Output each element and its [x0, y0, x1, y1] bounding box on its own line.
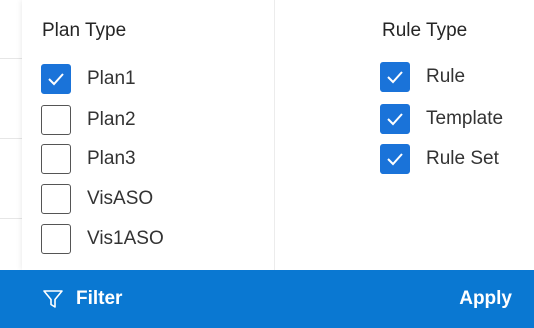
option-label: Plan3 [87, 148, 136, 169]
rule-type-option-rule-set[interactable]: Rule Set [380, 143, 499, 175]
option-label: Rule [426, 66, 466, 87]
filter-funnel-icon [43, 290, 63, 308]
filter-footer-bar: Filter Apply [0, 270, 534, 328]
background-divider [0, 218, 22, 219]
plan-type-option-visaso[interactable]: VisASO [41, 183, 153, 215]
checkbox[interactable] [41, 144, 71, 174]
plan-type-option-plan1[interactable]: Plan1 [41, 63, 136, 95]
checkmark-icon [48, 73, 64, 86]
option-label: VisASO [87, 188, 154, 209]
option-label: Plan1 [87, 68, 136, 89]
checkmark-icon [387, 153, 403, 166]
filter-popup: Plan Type Plan1 Plan2 Plan3 VisASO Vis1A… [0, 0, 534, 328]
plan-type-heading: Plan Type [42, 20, 127, 41]
option-label: Template [426, 108, 504, 129]
checkbox[interactable] [41, 105, 71, 135]
checkbox[interactable] [41, 64, 71, 94]
background-divider [0, 138, 22, 139]
checkbox[interactable] [380, 62, 410, 92]
plan-type-section: Plan Type Plan1 Plan2 Plan3 VisASO Vis1A… [22, 0, 275, 270]
checkbox[interactable] [380, 104, 410, 134]
plan-type-option-plan3[interactable]: Plan3 [41, 143, 136, 175]
checkmark-icon [387, 113, 403, 126]
plan-type-option-vis1aso[interactable]: Vis1ASO [41, 223, 164, 255]
filter-button[interactable]: Filter [42, 270, 122, 328]
checkbox[interactable] [380, 144, 410, 174]
checkmark-icon [387, 71, 403, 84]
rule-type-option-template[interactable]: Template [380, 103, 503, 135]
plan-type-option-plan2[interactable]: Plan2 [41, 104, 136, 136]
checkbox[interactable] [41, 224, 71, 254]
option-label: Vis1ASO [87, 228, 164, 249]
rule-type-option-rule[interactable]: Rule [380, 61, 465, 93]
rule-type-section: Rule Type Rule Template Rule Set [275, 0, 534, 270]
rule-type-heading: Rule Type [382, 20, 468, 41]
apply-button[interactable]: Apply [459, 270, 512, 328]
checkbox[interactable] [41, 184, 71, 214]
background-divider [0, 58, 22, 59]
option-label: Plan2 [87, 109, 136, 130]
option-label: Rule Set [426, 148, 499, 169]
filter-options-panel: Plan Type Plan1 Plan2 Plan3 VisASO Vis1A… [22, 0, 534, 270]
filter-button-label: Filter [76, 288, 123, 309]
